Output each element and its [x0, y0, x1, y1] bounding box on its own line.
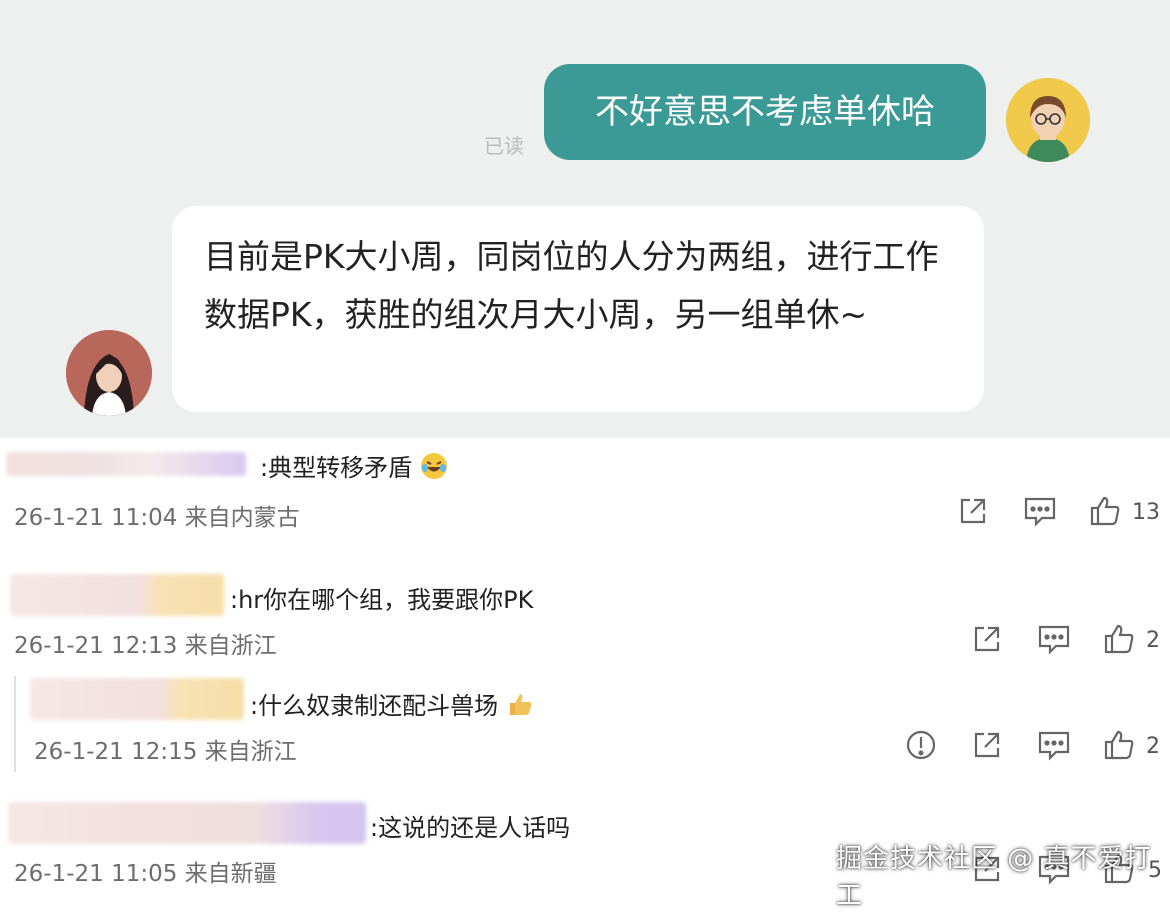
blurred-username: [30, 678, 244, 720]
comment-location: 来自浙江: [184, 633, 277, 659]
reply-date: 26-1-21 12:15: [34, 739, 198, 765]
comment-meta: 26-1-21 12:13 来自浙江: [14, 626, 277, 660]
comment-text: :这说的还是人话吗: [370, 814, 571, 842]
reply-text: :什么奴隶制还配斗兽场: [250, 686, 534, 724]
outgoing-message-text: 不好意思不考虑单休哈: [595, 92, 935, 132]
comment-meta: 26-1-21 11:04 来自内蒙古: [14, 498, 300, 532]
reply-thread-line: [14, 676, 16, 772]
share-icon[interactable]: [970, 622, 1004, 660]
comment-text: :典型转移矛盾: [260, 448, 448, 486]
hr-avatar[interactable]: [66, 330, 152, 416]
laughing-crying-emoji-icon: [420, 452, 448, 486]
comment-icon[interactable]: [1022, 494, 1058, 532]
blurred-username: [10, 574, 224, 616]
share-icon[interactable]: [956, 494, 990, 532]
reply-meta: 26-1-21 12:15 来自浙江: [34, 732, 297, 766]
comment-date: 26-1-21 11:04: [14, 505, 178, 531]
incoming-message-bubble: 目前是PK大小周，同岗位的人分为两组，进行工作数据PK，获胜的组次月大小周，另一…: [172, 206, 984, 412]
comment-date: 26-1-21 11:05: [14, 861, 178, 887]
thumbs-up-icon[interactable]: [1102, 728, 1136, 766]
like-count: 2: [1146, 734, 1160, 759]
comment-icon[interactable]: [1036, 622, 1072, 660]
comment-date: 26-1-21 12:13: [14, 633, 178, 659]
read-status: 已读: [484, 134, 524, 158]
comment-icon[interactable]: [1036, 728, 1072, 766]
comment-location: 来自新疆: [184, 861, 277, 887]
thumbs-up-icon[interactable]: [1088, 494, 1122, 532]
incoming-message-text: 目前是PK大小周，同岗位的人分为两组，进行工作数据PK，获胜的组次月大小周，另一…: [204, 237, 939, 334]
share-icon[interactable]: [970, 728, 1004, 766]
like-count: 2: [1146, 628, 1160, 653]
comment-location: 来自内蒙古: [184, 505, 300, 531]
chat-area: 不好意思不考虑单休哈 已读 目前是PK大小周，同岗位的人分为两组，进行工作数据P…: [0, 0, 1170, 438]
blurred-username: [6, 452, 246, 476]
outgoing-message-bubble: 不好意思不考虑单休哈: [544, 64, 986, 160]
like-count: 13: [1132, 500, 1160, 525]
thumbs-up-icon[interactable]: [1102, 622, 1136, 660]
sender-avatar[interactable]: [1006, 78, 1090, 162]
watermark: 掘金技术社区 @ 真不爱打工: [836, 844, 1152, 911]
blurred-username: [8, 802, 366, 844]
comment-text: :hr你在哪个组，我要跟你PK: [230, 586, 534, 614]
report-icon[interactable]: [904, 728, 938, 766]
comment-meta: 26-1-21 11:05 来自新疆: [14, 854, 277, 888]
reply-location: 来自浙江: [204, 739, 297, 765]
thumbs-up-emoji-icon: [506, 690, 534, 724]
